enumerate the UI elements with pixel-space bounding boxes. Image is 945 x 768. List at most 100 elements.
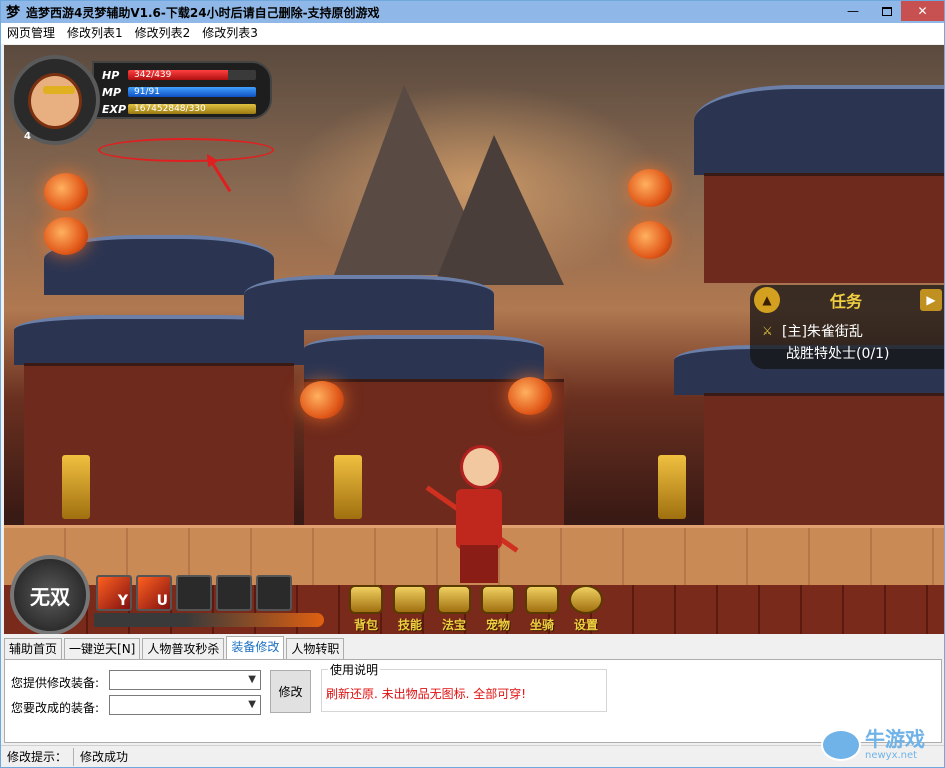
mp-value: 91/91 [134, 87, 160, 97]
quest-collapse-icon[interactable]: ▶ [920, 289, 942, 311]
mp-row: MP 91/91 [102, 86, 256, 99]
target-equipment-label: 您要改成的装备: [11, 701, 100, 715]
player-character[interactable] [425, 445, 519, 590]
menu-modify-list-2[interactable]: 修改列表2 [129, 23, 197, 44]
tab-strip: 辅助首页 一键逆天[N] 人物普攻秒杀 装备修改 人物转职 [4, 636, 346, 660]
provide-equipment-select[interactable]: ▼ [109, 670, 261, 690]
golden-post [658, 455, 686, 519]
tab-class-change[interactable]: 人物转职 [286, 638, 345, 659]
temple-roof [244, 275, 494, 330]
bag-label: 背包 [353, 618, 378, 632]
annotation-arrow [210, 161, 232, 193]
tab-equipment-modify[interactable]: 装备修改 [226, 636, 285, 659]
exp-value: 167452848/330 [134, 104, 206, 114]
skill-slot-empty[interactable] [256, 575, 292, 611]
site-watermark: 牛游戏 newyx.net [821, 723, 941, 767]
skills-label: 技能 [397, 618, 422, 632]
quest-progress: 战胜特处士(0/1) [786, 346, 890, 362]
maximize-icon [882, 6, 892, 16]
quest-header: ▲ 任务 ▶ [750, 285, 944, 315]
usage-title: 使用说明 [328, 661, 381, 678]
horse-icon [525, 585, 559, 614]
game-viewport[interactable]: HP 342/439 MP 91/91 EXP 167452848/330 4 … [4, 45, 944, 634]
equipment-modify-panel: 您提供修改装备: ▼ 您要改成的装备: ▼ 修改 使用说明 刷新还原. 未出物品… [4, 659, 942, 743]
exp-label: EXP [102, 102, 127, 116]
lantern [44, 217, 88, 255]
level-badge: 4 [24, 131, 31, 142]
treasure-label: 法宝 [441, 618, 466, 632]
tab-instant-kill[interactable]: 人物普攻秒杀 [142, 638, 225, 659]
status-bar: 修改提示： 修改成功 [1, 745, 944, 767]
watermark-title: 牛游戏 [865, 727, 925, 751]
hp-bar: 342/439 [128, 70, 256, 80]
usage-groupbox: 使用说明 刷新还原. 未出物品无图标. 全部可穿! [321, 661, 607, 712]
minimize-button[interactable]: — [839, 1, 867, 21]
exp-bar: 167452848/330 [128, 104, 256, 114]
provide-equipment-label: 您提供修改装备: [11, 676, 100, 690]
quest-name: [主]朱雀街乱 [782, 324, 863, 340]
target-equipment-select[interactable]: ▼ [109, 695, 261, 715]
settings-button[interactable]: 设置 [566, 585, 606, 633]
usage-text: 刷新还原. 未出物品无图标. 全部可穿! [326, 687, 527, 701]
tab-one-click-god[interactable]: 一键逆天[N] [64, 638, 141, 659]
skill-slot-y[interactable]: Y [96, 575, 132, 611]
skills-button[interactable]: 技能 [390, 585, 430, 633]
modify-button[interactable]: 修改 [270, 670, 311, 713]
golden-headband [43, 86, 75, 94]
close-icon: ✕ [917, 4, 928, 18]
treasure-button[interactable]: 法宝 [434, 585, 474, 633]
character-body [456, 489, 502, 549]
menu-modify-list-3[interactable]: 修改列表3 [196, 23, 264, 44]
hp-label: HP [102, 68, 120, 82]
lantern [628, 169, 672, 207]
mp-bar: 91/91 [128, 87, 256, 97]
settings-label: 设置 [573, 618, 598, 632]
bag-button[interactable]: 背包 [346, 585, 386, 633]
quest-panel: ▲ 任务 ▶ ⚔ [主]朱雀街乱 战胜特处士(0/1) [750, 285, 944, 369]
rage-bar [94, 613, 324, 627]
skill-slot-empty[interactable] [176, 575, 212, 611]
stat-panel: HP 342/439 MP 91/91 EXP 167452848/330 [92, 61, 272, 119]
lantern [300, 381, 344, 419]
app-window: 梦 造梦西游4灵梦辅助V1.6-下载24小时后请自己删除-支持原创游戏 — ✕ … [0, 0, 945, 768]
temple-roof [304, 335, 544, 380]
mountain [434, 135, 564, 285]
lantern [628, 221, 672, 259]
character-head [460, 445, 502, 489]
portrait-face [28, 73, 82, 129]
pet-label: 宠物 [485, 618, 510, 632]
golden-post [62, 455, 90, 519]
mount-button[interactable]: 坐骑 [522, 585, 562, 633]
character-portrait[interactable]: 4 [10, 55, 100, 145]
skill-slot-u[interactable]: U [136, 575, 172, 611]
sword-icon: ⚔ [762, 324, 773, 338]
chevron-down-icon: ▼ [248, 674, 256, 685]
exp-row: EXP 167452848/330 [102, 102, 256, 116]
quest-title: 任务 [830, 292, 863, 311]
chevron-down-icon: ▼ [248, 699, 256, 710]
hp-row: HP 342/439 [102, 68, 256, 82]
golden-post [334, 455, 362, 519]
bag-icon [349, 585, 383, 614]
close-button[interactable]: ✕ [901, 1, 944, 21]
menu-web-manage[interactable]: 网页管理 [1, 23, 61, 44]
window-title: 造梦西游4灵梦辅助V1.6-下载24小时后请自己删除-支持原创游戏 [26, 5, 380, 20]
skill-slot-empty[interactable] [216, 575, 252, 611]
status-label: 修改提示： [7, 749, 68, 764]
quest-name-row[interactable]: ⚔ [主]朱雀街乱 [762, 321, 863, 341]
scroll-icon [393, 585, 427, 614]
lantern [508, 377, 552, 415]
menu-modify-list-1[interactable]: 修改列表1 [61, 23, 129, 44]
wushuang-button[interactable]: 无双 [10, 555, 90, 634]
minimize-icon: — [847, 4, 859, 18]
temple-wall [704, 393, 944, 525]
gear-icon [569, 585, 603, 614]
maximize-button[interactable] [873, 1, 901, 21]
tab-home[interactable]: 辅助首页 [4, 638, 63, 659]
pet-icon [481, 585, 515, 614]
pet-button[interactable]: 宠物 [478, 585, 518, 633]
character-legs [460, 545, 498, 583]
wushuang-label: 无双 [30, 584, 70, 609]
lantern [44, 173, 88, 211]
app-icon: 梦 [6, 5, 20, 21]
